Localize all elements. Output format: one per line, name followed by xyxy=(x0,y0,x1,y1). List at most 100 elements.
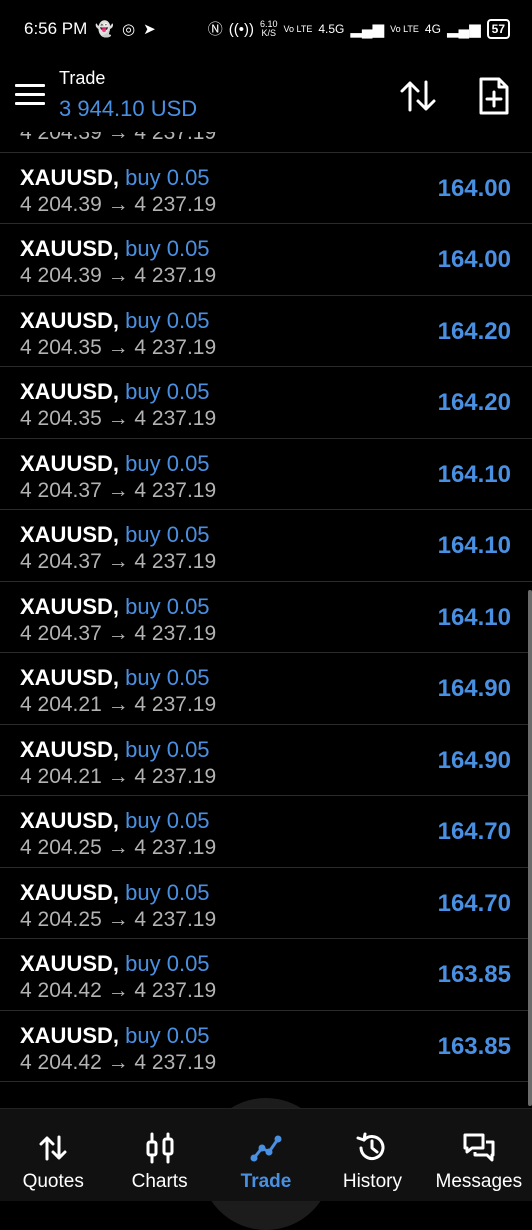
position-row[interactable]: XAUUSD, buy 0.05 4 204.37 → 4 237.19 164… xyxy=(0,582,532,653)
position-row[interactable]: XAUUSD, buy 0.05 4 204.21 → 4 237.19 164… xyxy=(0,653,532,725)
instagram-icon: ◎ xyxy=(122,20,136,38)
position-row[interactable]: XAUUSD, buy 0.05 4 204.39 → 4 237.19 164… xyxy=(0,153,532,224)
position-profit: 164.90 xyxy=(437,675,511,702)
position-row[interactable]: XAUUSD, buy 0.05 4 204.37 → 4 237.19 164… xyxy=(0,510,532,582)
position-symbol: XAUUSD, xyxy=(20,1022,120,1048)
position-title: XAUUSD, buy 0.05 xyxy=(20,236,210,262)
nav-messages[interactable]: Messages xyxy=(426,1109,532,1201)
sim1-volte: Vo LTE xyxy=(283,24,313,34)
bottom-nav: Quotes Charts Trade History Messages xyxy=(0,1108,532,1201)
position-prices: 4 204.21 → 4 237.19 xyxy=(20,764,217,788)
position-profit: 164.00 xyxy=(437,246,511,273)
nav-messages-label: Messages xyxy=(435,1171,523,1192)
position-prices: 4 204.37 → 4 237.19 xyxy=(20,478,217,502)
nav-trade-label: Trade xyxy=(240,1171,292,1192)
nav-trade[interactable]: Trade xyxy=(213,1109,319,1201)
nav-history-label: History xyxy=(342,1171,402,1192)
scrollbar[interactable] xyxy=(528,590,532,1106)
position-title: XAUUSD, buy 0.05 xyxy=(20,522,210,548)
snapchat-icon: 👻 xyxy=(95,20,114,38)
position-symbol: XAUUSD, xyxy=(20,879,120,905)
position-symbol: XAUUSD, xyxy=(20,593,120,619)
position-prices: 4 204.35 → 4 237.19 xyxy=(20,407,217,430)
sim2-volte: Vo LTE xyxy=(390,24,419,34)
position-side: buy 0.05 xyxy=(125,164,210,190)
signal-icon: ▂▄▆ xyxy=(446,20,481,38)
position-row[interactable]: XAUUSD, buy 0.05 4 204.37 → 4 237.19 164… xyxy=(0,439,532,510)
position-side: buy 0.05 xyxy=(125,450,210,476)
position-title: XAUUSD, buy 0.05 xyxy=(20,951,210,977)
position-side: buy 0.05 xyxy=(125,736,210,762)
position-row[interactable]: XAUUSD, buy 0.05 4 204.42 → 4 237.19 163… xyxy=(0,939,532,1011)
position-side: buy 0.05 xyxy=(125,808,210,833)
nav-quotes[interactable]: Quotes xyxy=(0,1109,106,1201)
position-profit: 164.90 xyxy=(437,746,511,774)
status-bar: 6:56 PM 👻 ◎ ➤ Ⓝ ((•)) 6.10 K/S Vo LTE 4.… xyxy=(0,0,532,58)
positions-list[interactable]: XAUUSD, buy 0.05 4 204.39 → 4 237.19 164… xyxy=(0,132,532,1108)
position-side: buy 0.05 xyxy=(125,522,210,547)
position-prices: 4 204.25 → 4 237.19 xyxy=(20,907,217,931)
position-title: XAUUSD, buy 0.05 xyxy=(20,165,210,191)
position-symbol: XAUUSD, xyxy=(20,164,120,190)
position-prices: 4 204.42 → 4 237.19 xyxy=(20,1050,217,1074)
position-row[interactable]: XAUUSD, buy 0.05 4 204.42 → 4 237.19 163… xyxy=(0,1011,532,1082)
status-left: 6:56 PM 👻 ◎ ➤ xyxy=(24,19,156,39)
signal-icon: ▂▄▆ xyxy=(350,20,385,38)
position-side: buy 0.05 xyxy=(125,593,210,619)
position-profit: 164.70 xyxy=(437,818,511,845)
position-profit: 164.20 xyxy=(437,389,511,416)
position-title: XAUUSD, buy 0.05 xyxy=(20,808,210,834)
position-row[interactable]: XAUUSD, buy 0.05 4 204.35 → 4 237.19 164… xyxy=(0,296,532,367)
position-prices: 4 204.42 → 4 237.19 xyxy=(20,979,217,1002)
position-title: XAUUSD, buy 0.05 xyxy=(20,737,210,763)
charts-icon xyxy=(146,1132,174,1164)
account-balance: 3 944.10 USD xyxy=(59,96,198,121)
status-right: Ⓝ ((•)) 6.10 K/S Vo LTE 4.5G ▂▄▆ Vo LTE … xyxy=(208,19,510,39)
position-profit: 164.00 xyxy=(437,174,511,202)
position-row[interactable]: XAUUSD, buy 0.05 4 204.25 → 4 237.19 164… xyxy=(0,868,532,939)
battery-icon: 57 xyxy=(486,19,510,39)
position-profit: 164.10 xyxy=(437,532,511,559)
quotes-icon xyxy=(39,1135,67,1161)
new-order-icon[interactable] xyxy=(476,76,512,116)
position-prices: 4 204.37 → 4 237.19 xyxy=(20,621,217,645)
position-row[interactable]: XAUUSD, buy 0.05 4 204.39 → 4 237.19 164… xyxy=(0,132,532,153)
page-title: Trade xyxy=(59,68,106,88)
telegram-icon: ➤ xyxy=(143,20,156,38)
nav-charts[interactable]: Charts xyxy=(106,1109,212,1201)
messages-icon xyxy=(463,1133,495,1162)
sort-icon[interactable] xyxy=(398,78,438,114)
position-row[interactable]: XAUUSD, buy 0.05 4 204.35 → 4 237.19 164… xyxy=(0,367,532,439)
position-title: XAUUSD, buy 0.05 xyxy=(20,379,210,405)
net-speed: 6.10 K/S xyxy=(259,19,278,38)
position-prices: 4 204.39 → 4 237.19 xyxy=(20,132,217,144)
position-symbol: XAUUSD, xyxy=(20,522,120,547)
positions-list-inner: XAUUSD, buy 0.05 4 204.39 → 4 237.19 164… xyxy=(0,132,532,1082)
position-row[interactable]: XAUUSD, buy 0.05 4 204.25 → 4 237.19 164… xyxy=(0,796,532,868)
position-side: buy 0.05 xyxy=(125,1022,210,1048)
position-profit: 163.85 xyxy=(437,961,511,988)
position-prices: 4 204.25 → 4 237.19 xyxy=(20,836,217,859)
position-symbol: XAUUSD, xyxy=(20,450,120,476)
trade-icon xyxy=(250,1135,282,1162)
position-profit: 164.20 xyxy=(437,317,511,345)
position-profit: 164.10 xyxy=(437,603,511,631)
position-prices: 4 204.39 → 4 237.19 xyxy=(20,264,217,287)
position-side: buy 0.05 xyxy=(125,236,210,261)
sim1-network: 4.5G xyxy=(318,22,345,36)
nav-quotes-label: Quotes xyxy=(22,1171,84,1192)
history-icon xyxy=(356,1132,385,1161)
position-title: XAUUSD, buy 0.05 xyxy=(20,594,210,620)
nav-history[interactable]: History xyxy=(319,1109,425,1201)
position-side: buy 0.05 xyxy=(125,951,210,976)
position-profit: 164.10 xyxy=(437,460,511,488)
position-prices: 4 204.39 → 4 237.19 xyxy=(20,192,217,216)
position-row[interactable]: XAUUSD, buy 0.05 4 204.21 → 4 237.19 164… xyxy=(0,725,532,796)
position-profit: 164.70 xyxy=(437,889,511,917)
position-row[interactable]: XAUUSD, buy 0.05 4 204.39 → 4 237.19 164… xyxy=(0,224,532,296)
position-prices: 4 204.21 → 4 237.19 xyxy=(20,693,217,716)
position-side: buy 0.05 xyxy=(125,665,210,690)
position-symbol: XAUUSD, xyxy=(20,665,120,690)
hamburger-menu-icon[interactable] xyxy=(15,84,45,106)
position-title: XAUUSD, buy 0.05 xyxy=(20,451,210,477)
